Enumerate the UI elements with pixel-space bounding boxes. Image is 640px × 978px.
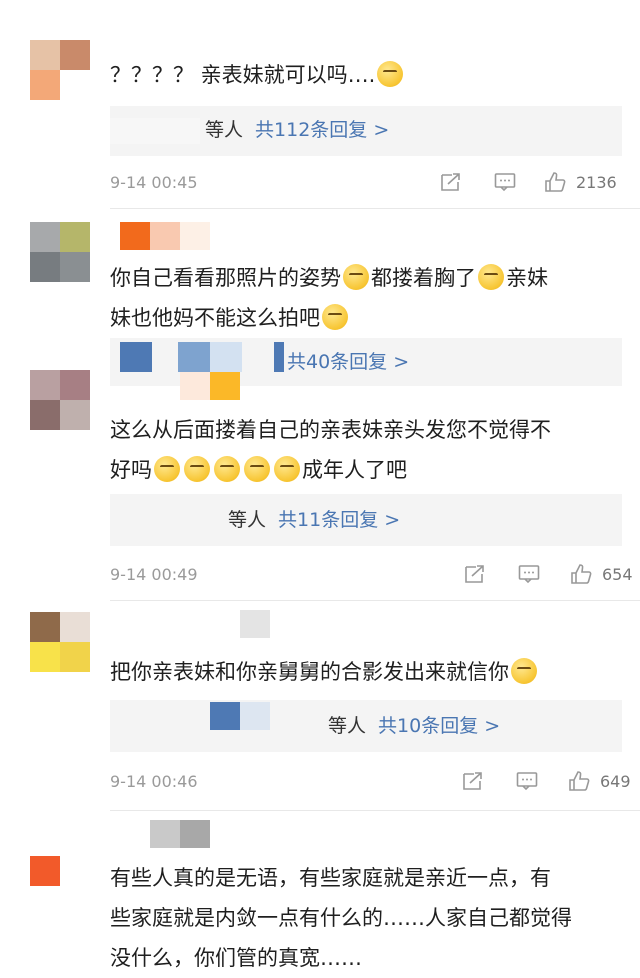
divider <box>110 810 640 811</box>
comment-text: 这么从后面搂着自己的亲表妹亲头发您不觉得不 好吗 成年人了吧 <box>110 410 551 490</box>
comment-icon[interactable] <box>494 172 516 192</box>
avatar[interactable] <box>30 370 90 430</box>
emoji-icon <box>377 61 404 87</box>
comment-line: 把你亲表妹和你亲舅舅的合影发出来就信你 <box>110 660 509 684</box>
share-icon[interactable] <box>464 564 486 584</box>
divider <box>110 600 640 601</box>
share-icon[interactable] <box>462 771 484 791</box>
like-count: 649 <box>600 772 631 791</box>
like-icon[interactable] <box>570 564 592 584</box>
comment-line: ？？？？ 亲表妹就可以吗…. <box>110 63 376 87</box>
avatar[interactable] <box>30 826 90 886</box>
emoji-icon <box>214 456 240 482</box>
view-replies-link[interactable]: 共112条回复 > <box>255 119 389 141</box>
comment-line: 亲妹 <box>506 266 548 290</box>
comment-meta: 9-14 00:46 649 <box>110 767 640 797</box>
comment-text: 把你亲表妹和你亲舅舅的合影发出来就信你 <box>110 652 539 692</box>
blurred-name <box>110 118 200 144</box>
reply-summary[interactable]: 共40条回复 > <box>110 338 622 400</box>
emoji-icon <box>244 456 270 482</box>
emoji-icon <box>184 456 210 482</box>
blurred-username <box>120 222 210 250</box>
blurred-name <box>120 342 284 372</box>
like-icon[interactable] <box>544 172 566 192</box>
comment-line: 都搂着胸了 <box>371 266 476 290</box>
comment-line: 成年人了吧 <box>302 458 407 482</box>
reply-users: 等人 <box>228 509 267 531</box>
reply-summary[interactable]: 等人 共112条回复 > <box>110 106 622 156</box>
emoji-icon <box>343 264 369 290</box>
comment-meta: 9-14 00:45 2136 <box>110 168 640 198</box>
comment-text: ？？？？ 亲表妹就可以吗…. <box>110 55 405 95</box>
emoji-icon <box>511 658 537 684</box>
emoji-icon <box>322 304 348 330</box>
comment-text: 有些人真的是无语，有些家庭就是亲近一点，有 些家庭就是内敛一点有什么的……人家自… <box>110 858 572 978</box>
reply-users: 等人 <box>205 119 244 141</box>
blurred-name <box>210 702 270 730</box>
like-count: 2136 <box>576 173 617 192</box>
like-icon[interactable] <box>568 771 590 791</box>
emoji-icon <box>478 264 504 290</box>
comment-text: 你自己看看那照片的姿势 都搂着胸了 亲妹 妹也他妈不能这么拍吧 <box>110 258 548 338</box>
like-count: 654 <box>602 565 633 584</box>
blurred-name <box>180 372 240 400</box>
comment-line: 有些人真的是无语，有些家庭就是亲近一点，有 <box>110 866 551 890</box>
reply-users: 等人 <box>328 715 367 737</box>
avatar[interactable] <box>30 222 90 282</box>
emoji-icon <box>154 456 180 482</box>
comment-icon[interactable] <box>518 564 540 584</box>
comment-date: 9-14 00:49 <box>110 565 198 584</box>
comment-meta: 9-14 00:49 654 <box>110 560 640 590</box>
comment-date: 9-14 00:45 <box>110 173 198 192</box>
share-icon[interactable] <box>440 172 462 192</box>
comment-line: 妹也他妈不能这么拍吧 <box>110 306 320 330</box>
reply-summary[interactable]: 等人 共11条回复 > <box>110 494 622 546</box>
comment-line: 没什么，你们管的真宽…… <box>110 946 362 970</box>
avatar[interactable] <box>30 40 90 100</box>
comment-date: 9-14 00:46 <box>110 772 198 791</box>
comment-line: 这么从后面搂着自己的亲表妹亲头发您不觉得不 <box>110 418 551 442</box>
view-replies-link[interactable]: 共40条回复 > <box>287 351 409 373</box>
comment-line: 好吗 <box>110 458 152 482</box>
avatar[interactable] <box>30 612 90 672</box>
comment-line: 些家庭就是内敛一点有什么的……人家自己都觉得 <box>110 906 572 930</box>
view-replies-link[interactable]: 共10条回复 > <box>378 715 500 737</box>
divider <box>110 208 640 209</box>
comment-icon[interactable] <box>516 771 538 791</box>
emoji-icon <box>274 456 300 482</box>
blurred-username <box>150 820 210 848</box>
reply-summary[interactable]: 等人 共10条回复 > <box>110 700 622 752</box>
comment-line: 你自己看看那照片的姿势 <box>110 266 341 290</box>
blurred-username <box>240 610 270 638</box>
view-replies-link[interactable]: 共11条回复 > <box>278 509 400 531</box>
